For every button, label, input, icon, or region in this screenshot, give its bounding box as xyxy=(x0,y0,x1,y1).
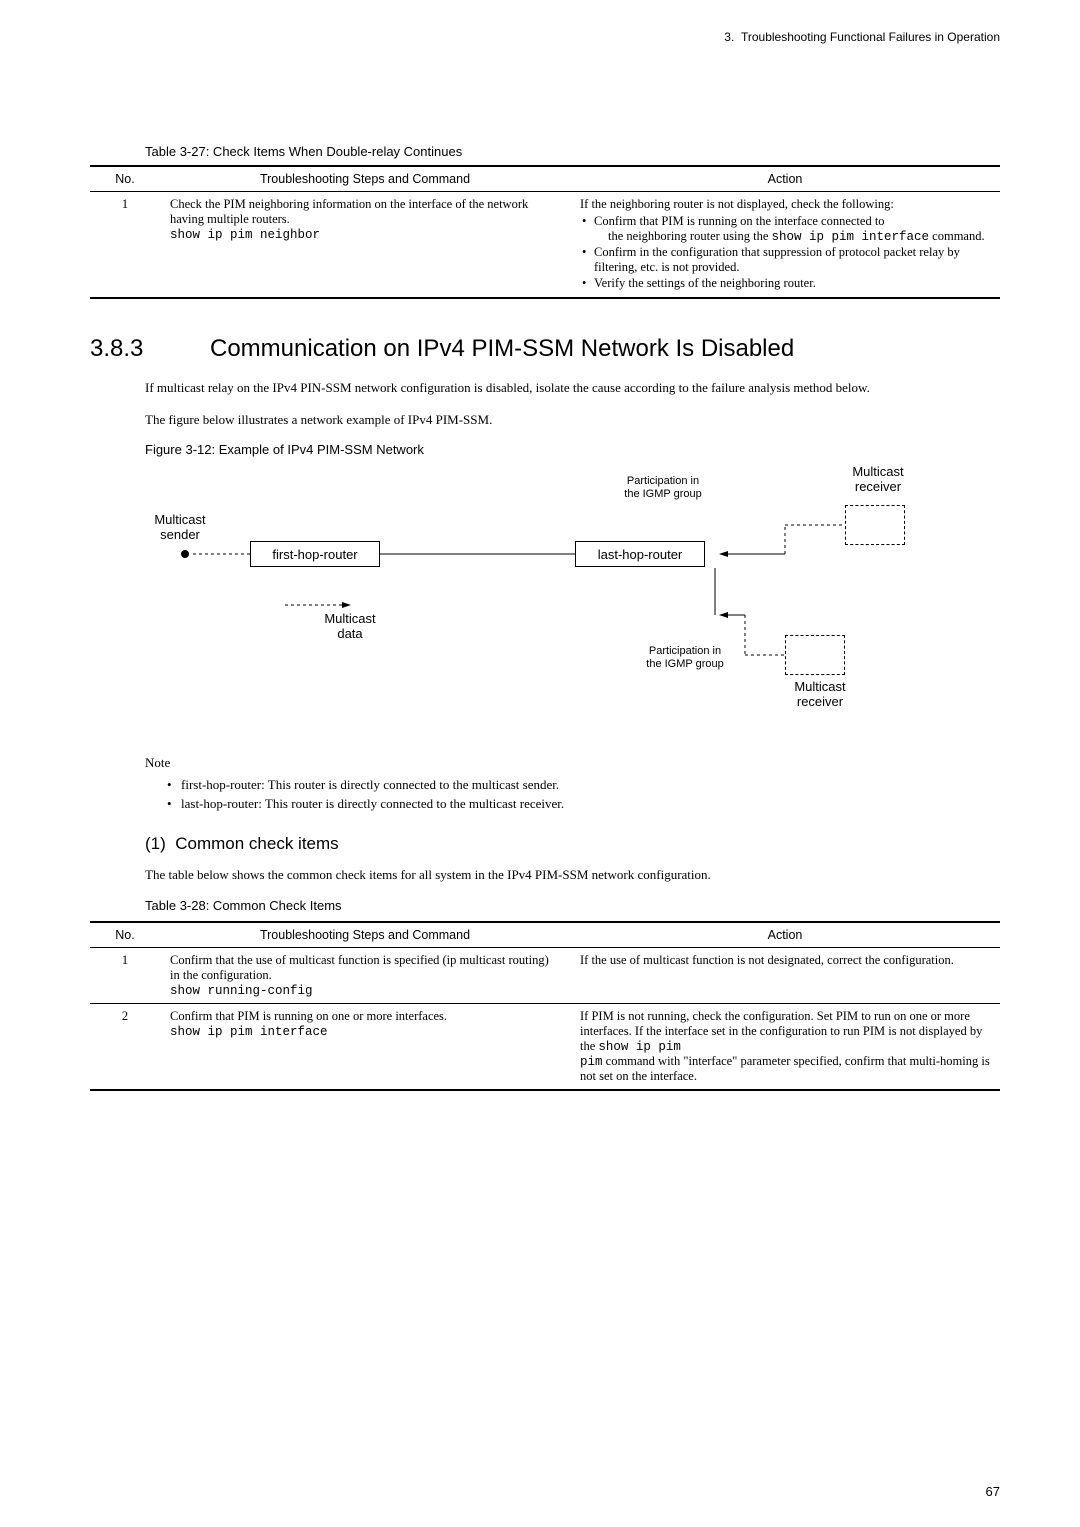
note-item: last-hop-router: This router is directly… xyxy=(167,796,1000,812)
cell-steps: Check the PIM neighboring information on… xyxy=(160,192,570,299)
label-mc-data: Multicastdata xyxy=(305,612,395,642)
section-p1: If multicast relay on the IPv4 PIN-SSM n… xyxy=(145,379,1000,397)
receiver-box-top xyxy=(845,505,905,545)
receiver-box-bot xyxy=(785,635,845,675)
subsection-heading: (1) Common check items xyxy=(145,834,1000,854)
th-no: No. xyxy=(90,922,160,948)
cell-no: 1 xyxy=(90,192,160,299)
cell-steps: Confirm that PIM is running on one or mo… xyxy=(160,1003,570,1090)
table-row: 1 Check the PIM neighboring information … xyxy=(90,192,1000,299)
section-num: 3.8.3 xyxy=(90,335,210,363)
cell-steps: Confirm that the use of multicast functi… xyxy=(160,947,570,1003)
th-action: Action xyxy=(570,166,1000,192)
first-hop-router-box: first-hop-router xyxy=(250,541,380,567)
cell-no: 1 xyxy=(90,947,160,1003)
section-p2: The figure below illustrates a network e… xyxy=(145,411,1000,429)
th-steps: Troubleshooting Steps and Command xyxy=(160,922,570,948)
table-row: 2 Confirm that PIM is running on one or … xyxy=(90,1003,1000,1090)
section-heading: 3.8.3Communication on IPv4 PIM-SSM Netwo… xyxy=(90,335,1000,363)
network-diagram: Multicastsender first-hop-router last-ho… xyxy=(145,465,965,725)
th-no: No. xyxy=(90,166,160,192)
table-328-caption: Table 3-28: Common Check Items xyxy=(145,898,1000,913)
label-mc-receiver-top: Multicastreceiver xyxy=(833,465,923,495)
sub-num: (1) xyxy=(145,834,166,853)
table-327: No. Troubleshooting Steps and Command Ac… xyxy=(90,165,1000,299)
label-part-igmp-bot: Participation inthe IGMP group xyxy=(625,645,745,670)
cell-action: If the neighboring router is not display… xyxy=(570,192,1000,299)
section-title: Communication on IPv4 PIM-SSM Network Is… xyxy=(210,335,794,362)
note-list: first-hop-router: This router is directl… xyxy=(145,777,1000,812)
table-328: No. Troubleshooting Steps and Command Ac… xyxy=(90,921,1000,1091)
note-item: first-hop-router: This router is directl… xyxy=(167,777,1000,793)
table-row: 1 Confirm that the use of multicast func… xyxy=(90,947,1000,1003)
cell-action: If PIM is not running, check the configu… xyxy=(570,1003,1000,1090)
page-header: 3. Troubleshooting Functional Failures i… xyxy=(90,30,1000,44)
chapter-num: 3. xyxy=(724,30,734,44)
cell-action: If the use of multicast function is not … xyxy=(570,947,1000,1003)
label-mc-sender: Multicastsender xyxy=(140,513,220,543)
table-327-caption: Table 3-27: Check Items When Double-rela… xyxy=(145,144,1000,159)
note-head: Note xyxy=(145,755,1000,771)
th-action: Action xyxy=(570,922,1000,948)
label-mc-receiver-bot: Multicastreceiver xyxy=(775,680,865,710)
label-part-igmp-top: Participation inthe IGMP group xyxy=(603,475,723,500)
sub-title: Common check items xyxy=(175,834,338,853)
sub-p: The table below shows the common check i… xyxy=(145,866,1000,884)
last-hop-router-box: last-hop-router xyxy=(575,541,705,567)
cell-no: 2 xyxy=(90,1003,160,1090)
page-number: 67 xyxy=(986,1484,1000,1499)
chapter-title: Troubleshooting Functional Failures in O… xyxy=(741,30,1000,44)
figure-caption: Figure 3-12: Example of IPv4 PIM-SSM Net… xyxy=(145,442,1000,457)
th-steps: Troubleshooting Steps and Command xyxy=(160,166,570,192)
